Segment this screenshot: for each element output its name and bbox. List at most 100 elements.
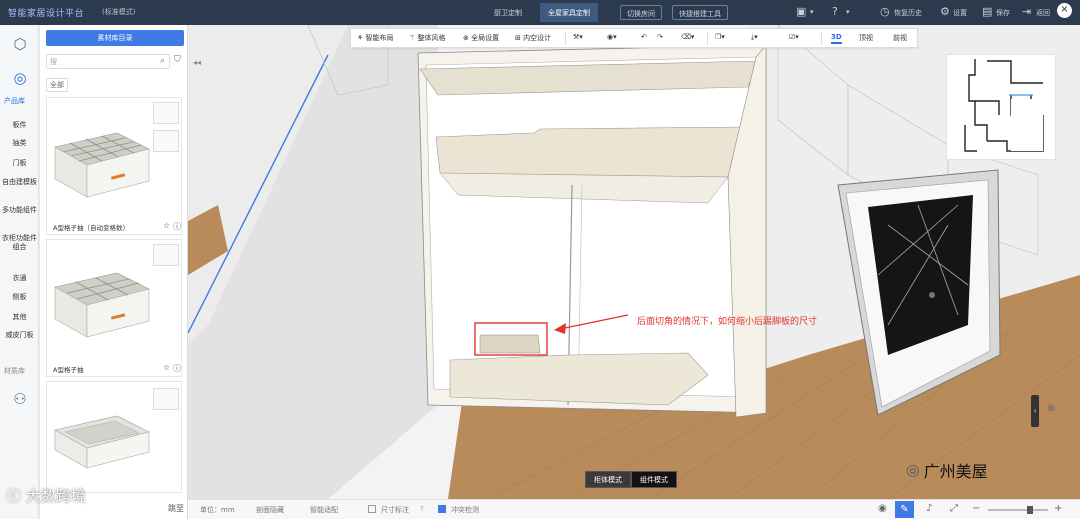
view-front-tab[interactable]: 前视 <box>893 33 907 43</box>
save-button-label[interactable]: 保存 <box>996 8 1010 18</box>
dimension-label: 尺寸标注 <box>381 506 409 514</box>
side-panel-handle[interactable]: ‹ <box>1031 395 1039 427</box>
dimension-checkbox[interactable] <box>368 505 376 513</box>
quick-tool-button[interactable]: 快捷搭建工具 <box>672 5 728 20</box>
smart-layout-label: 智能布局 <box>365 34 394 42</box>
strip-item-free-model[interactable]: 自由建模板 <box>2 178 37 187</box>
strip-item-door-panel[interactable]: 威皮门板 <box>2 331 37 340</box>
redo-icon[interactable]: ↷ <box>657 33 663 41</box>
zoom-search-icon[interactable]: ⊕ <box>1047 403 1055 414</box>
fit-icon[interactable]: ⤢ <box>950 503 958 514</box>
component-mode-button[interactable]: 组件模式 <box>631 471 677 488</box>
catalog-directory-button[interactable]: 素材库目录 <box>46 30 184 46</box>
wechat-icon: ⦾ <box>906 462 920 482</box>
filter-icon[interactable]: ⛉ <box>174 55 181 65</box>
search-icon[interactable]: ⌕ <box>160 56 165 66</box>
global-settings-button[interactable]: ⊗ 全局设置 <box>463 33 499 43</box>
drawer-thumbnail <box>54 132 150 198</box>
mode-toggle: 柜体模式 组件模式 <box>585 471 677 488</box>
history-button-label[interactable]: 恢复历史 <box>894 8 922 18</box>
product-library-icon[interactable]: ◎ <box>11 69 29 87</box>
chevron-down-icon[interactable]: ▾ <box>846 8 850 16</box>
tab-kitchen-bath[interactable]: 厨卫定制 <box>486 3 530 22</box>
strip-item-wardrobe-combo[interactable]: 衣柜功能件组合 <box>2 234 37 252</box>
strip-item-side-panel[interactable]: 侧板 <box>2 293 37 302</box>
collapse-panel-icon[interactable]: ◂◂ <box>190 58 204 72</box>
view-top-tab[interactable]: 顶视 <box>859 33 873 43</box>
help-icon[interactable]: ? <box>420 505 424 513</box>
zoom-in-icon[interactable]: + <box>1054 503 1062 514</box>
smart-fit-toggle[interactable]: 智能适配 <box>310 505 338 515</box>
collision-checkbox[interactable] <box>438 505 446 513</box>
history-icon[interactable]: ◷ <box>880 5 890 18</box>
catalog-search-input[interactable]: 搜 ⌕ <box>46 54 170 69</box>
global-settings-label: 全局设置 <box>471 34 500 42</box>
strip-item-door[interactable]: 门板 <box>2 159 37 168</box>
overall-style-button[interactable]: ⚚ 整体风格 <box>409 33 446 43</box>
view-toolbar: ⚘ 智能布局 ⚚ 整体风格 ⊗ 全局设置 ⊞ 内空设计 ⚒▾ ◉▾ ↶ ↷ ⌫▾… <box>350 28 918 48</box>
gear-icon[interactable]: ⚙ <box>940 5 950 18</box>
star-icon[interactable]: ☆ <box>163 221 170 230</box>
top-bar: 智能家居设计平台 (标准模式) 厨卫定制 全屋家具定制 切换房间 快捷搭建工具 … <box>0 0 1080 25</box>
tab-whole-house[interactable]: 全屋家具定制 <box>540 3 598 22</box>
strip-item-multi-component[interactable]: 多功能组件 <box>2 206 37 215</box>
material-library-header[interactable]: 材质库 <box>4 366 25 376</box>
watermark-right-text: 广州美屋 <box>923 462 988 481</box>
watermark-left-text: 大数跨境 <box>25 487 86 505</box>
filter-chip-all[interactable]: 全部 <box>46 78 68 92</box>
info-icon[interactable]: ⓘ <box>173 221 181 232</box>
watermark-left: ⓒ 大数跨境 <box>6 485 86 506</box>
exit-icon[interactable]: ⇥ <box>1022 5 1031 18</box>
star-icon[interactable]: ☆ <box>163 363 170 372</box>
variant-thumb[interactable] <box>153 130 179 152</box>
style-icon: ⚚ <box>409 34 416 42</box>
pen-tool-button[interactable]: ✎ <box>895 501 914 518</box>
download-icon[interactable]: ⤓▾ <box>751 33 758 42</box>
smart-layout-button[interactable]: ⚘ 智能布局 <box>357 33 394 43</box>
chevron-down-icon[interactable]: ▾ <box>810 8 814 16</box>
zoom-out-icon[interactable]: − <box>972 503 980 514</box>
variant-thumb[interactable] <box>153 102 179 124</box>
back-button-label[interactable]: 返回 <box>1036 8 1050 18</box>
zoom-slider-knob[interactable] <box>1027 506 1033 514</box>
cabinet-mode-button[interactable]: 柜体模式 <box>585 471 631 488</box>
variant-thumb[interactable] <box>153 244 179 266</box>
product-card[interactable]: A型格子抽（自动变格数） ☆ ⓘ <box>46 97 182 235</box>
eye-icon[interactable]: ◉▾ <box>607 33 617 41</box>
strip-item-hanging-rail[interactable]: 衣通 <box>2 274 37 283</box>
settings-button-label[interactable]: 设置 <box>953 8 967 18</box>
mic-icon[interactable]: ♪ <box>926 503 932 514</box>
eraser-icon[interactable]: ⌫▾ <box>681 33 694 41</box>
strip-item-drawer[interactable]: 抽类 <box>2 139 37 148</box>
product-card[interactable] <box>46 381 182 493</box>
file-icon[interactable]: ▣ <box>796 5 806 18</box>
interior-design-button[interactable]: ⊞ 内空设计 <box>515 33 551 43</box>
cube-icon[interactable]: ⬡ <box>11 35 29 53</box>
zoom-slider-track[interactable] <box>988 509 1048 511</box>
floorplan-minimap[interactable] <box>946 54 1056 160</box>
section-hide-toggle[interactable]: 剖面隐藏 <box>256 505 284 515</box>
copy-icon[interactable]: ❐▾ <box>715 33 725 41</box>
switch-room-button[interactable]: 切换房间 <box>620 5 662 20</box>
strip-item-other[interactable]: 其他 <box>2 313 37 322</box>
variant-thumb[interactable] <box>153 388 179 410</box>
product-library-header[interactable]: 产品库 <box>4 96 25 106</box>
product-card[interactable]: A型格子抽 ☆ ⓘ <box>46 239 182 377</box>
catalog-panel: 素材库目录 搜 ⌕ ⛉ 全部 A型格子抽（自动变格数） ☆ ⓘ A型格子抽 ☆ … <box>40 25 188 519</box>
strip-item-board[interactable]: 板件 <box>2 121 37 130</box>
grid-icon: ⊞ <box>515 34 521 42</box>
help-icon[interactable]: ? <box>832 5 838 18</box>
layout-icon: ⚘ <box>357 34 364 42</box>
watermark-logo-icon: ⓒ <box>6 487 26 505</box>
camera-icon[interactable]: ◉ <box>878 503 887 514</box>
checklist-icon[interactable]: ☑▾ <box>789 33 799 41</box>
wrench-icon[interactable]: ⚒▾ <box>573 33 583 41</box>
close-icon[interactable]: × <box>1057 3 1072 18</box>
info-icon[interactable]: ⓘ <box>173 363 181 374</box>
undo-icon[interactable]: ↶ <box>641 33 647 41</box>
save-icon[interactable]: ▤ <box>982 5 992 18</box>
pager-jump-label[interactable]: 跳至 <box>168 503 184 514</box>
view-3d-tab[interactable]: 3D <box>831 33 842 44</box>
search-placeholder: 搜 <box>50 58 57 66</box>
user-settings-icon[interactable]: ⚇ <box>11 390 29 408</box>
